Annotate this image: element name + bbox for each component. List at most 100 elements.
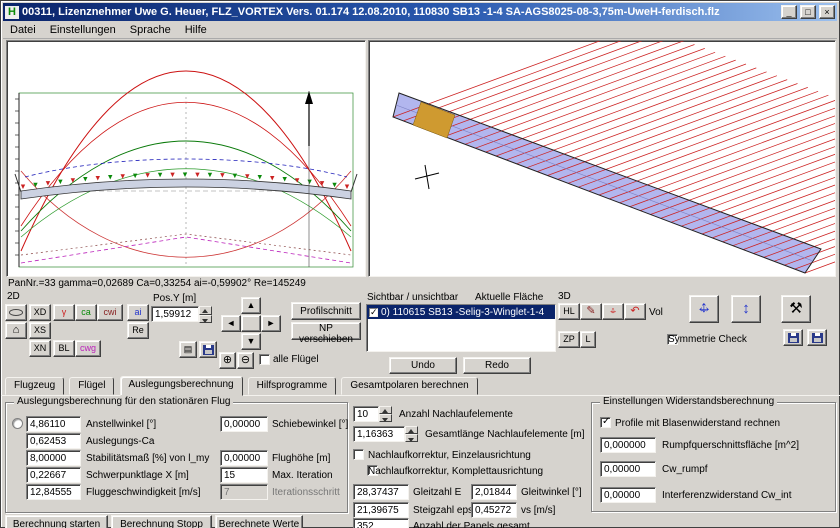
menu-einstellungen[interactable]: Einstellungen [43,22,123,38]
tab-fluegel[interactable]: Flügel [69,377,114,395]
surface-listbox[interactable]: 0) 110615 SB13 -Selig-3-Winglet-1-4 [366,304,556,352]
maximize-button[interactable]: □ [800,5,816,19]
move-3d-button[interactable]: ↔↕ [602,303,624,320]
tab-auslegungsberechnung[interactable]: Auslegungsberechnung [120,376,243,396]
zp-button[interactable]: ZP [558,331,580,348]
stationaer-flug-group: Auslegungsberechnung für den stationären… [5,402,348,513]
blasenwiderstand-checkbox[interactable] [600,417,611,428]
pencil-icon: ✎ [586,305,595,317]
current-surface-header: Aktuelle Fläche [475,292,543,303]
close-button[interactable]: × [819,5,835,19]
max-iteration-input[interactable]: 15 [220,467,268,483]
xd-button[interactable]: XD [29,304,51,321]
hangar-view-button[interactable]: ⌂ [5,322,27,339]
zoom-out-button[interactable]: ⊖ [237,352,254,369]
l-button[interactable]: L [580,331,596,348]
spinner-down-icon [199,315,212,324]
cwi-button[interactable]: cwi [97,304,123,321]
nachlauf-anzahl-input[interactable]: 10 [353,406,379,422]
arrow-down-icon: ▼ [247,336,256,346]
minimize-button[interactable]: _ [781,5,797,19]
nachlauf-laenge-spinner[interactable] [405,426,418,442]
zoom-3d-button[interactable]: ↕ [731,295,761,323]
edit-button[interactable]: ✎ [580,303,602,320]
xn-button[interactable]: XN [29,340,51,357]
pan-3d-button[interactable]: ↔↕ [689,295,719,323]
np-verschieben-button[interactable]: NP verschieben [291,322,361,340]
hl-button[interactable]: HL [558,303,580,320]
posy-spinner[interactable] [199,306,212,323]
save-2d-button[interactable] [199,341,217,358]
vertical-arrow-icon: ↕ [742,300,750,317]
undo-button[interactable]: Undo [389,357,457,374]
tab-flugzeug[interactable]: Flugzeug [5,377,64,395]
pan-up-button[interactable]: ▲ [241,297,261,314]
menubar: Datei Einstellungen Sprache Hilfe [3,21,837,39]
posy-input[interactable]: 1,59912 [151,306,199,322]
berechnung-starten-button[interactable]: Berechnung starten [5,515,108,528]
arrow-left-icon: ◄ [227,318,236,328]
selected-panel-highlight [413,102,455,138]
panels-label: Anzahl der Panels gesamt [413,521,530,528]
nachlauf-laenge-label: Gesamtlänge Nachlaufelemente [m] [425,429,585,440]
fluggeschwindigkeit-input[interactable]: 12,84555 [26,484,81,500]
redo-button[interactable]: Redo [463,357,531,374]
rumpfquerschnitt-input[interactable]: 0,000000 [600,437,656,453]
rotate-3d-button[interactable]: ↶ [624,303,646,320]
ai-button[interactable]: ai [127,304,149,321]
pan-center-button[interactable] [241,315,261,332]
pan-down-button[interactable]: ▼ [241,333,261,350]
menu-hilfe[interactable]: Hilfe [178,22,214,38]
schiebewinkel-label: Schiebewinkel [°] [272,419,348,430]
tools-button[interactable]: ⚒ [781,295,811,323]
profilschnitt-button[interactable]: Profilschnitt [291,302,361,320]
mode-radio-anstellwinkel[interactable] [12,418,23,429]
symmetrie-check-label: Symmetrie Check [668,334,747,345]
xs-button[interactable]: XS [29,322,51,339]
magenta-dashed-line [21,237,351,263]
surface-visible-checkbox[interactable] [369,308,378,317]
alle-fluegel-checkbox[interactable] [259,354,270,365]
blasenwiderstand-label: Profile mit Blasenwiderstand rechnen [615,418,780,429]
zoom-in-button[interactable]: ⊕ [219,352,236,369]
auslegungs-ca-input[interactable]: 0,62453 [26,433,81,449]
schwerpunktlage-label: Schwerpunktlage X [m] [86,470,189,481]
form-area: Auslegungsberechnung für den stationären… [1,395,840,528]
planform-view-button[interactable] [5,304,27,321]
korrektur-einzel-checkbox[interactable] [353,449,364,460]
berechnung-stopp-button[interactable]: Berechnung Stopp [111,515,212,528]
save-3d-button[interactable] [783,329,803,346]
re-button[interactable]: Re [127,322,149,339]
tab-gesamtpolaren[interactable]: Gesamtpolaren berechnen [341,377,477,395]
surface-list-item[interactable]: 0) 110615 SB13 -Selig-3-Winglet-1-4 [367,305,555,319]
print-button[interactable]: ▤ [179,341,197,358]
nachlauf-laenge-input[interactable]: 1,16363 [353,426,405,442]
save-3d-button-2[interactable] [807,329,827,346]
korrektur-komplett-label: Nachlaufkorrektur, Komplettausrichtung [368,466,543,477]
anstellwinkel-input[interactable]: 4,86110 [26,416,81,432]
plot-3d-panel[interactable] [368,40,836,277]
berechnete-werte-button[interactable]: Berechnete Werte [215,515,303,528]
schwerpunktlage-input[interactable]: 0,22667 [26,467,81,483]
plot-2d-panel[interactable] [6,40,366,277]
nachlauf-anzahl-label: Anzahl Nachlaufelemente [399,409,513,420]
tab-hilfsprogramme[interactable]: Hilfsprogramme [248,377,337,395]
pan-left-button[interactable]: ◄ [221,315,241,332]
cw-int-input[interactable]: 0,00000 [600,487,656,503]
gamma-button[interactable]: γ [53,304,75,321]
stabilitaetsmass-input[interactable]: 8,00000 [26,450,81,466]
move-icon: ↔↕ [607,304,619,317]
section-2d-label: 2D [7,291,20,302]
flughoehe-input[interactable]: 0,00000 [220,450,268,466]
cwg-button[interactable]: cwg [75,340,101,357]
nachlauf-anzahl-spinner[interactable] [379,406,392,422]
bl-button[interactable]: BL [53,340,75,357]
menu-sprache[interactable]: Sprache [123,22,178,38]
menu-datei[interactable]: Datei [3,22,43,38]
pan-right-button[interactable]: ► [261,315,281,332]
ca-button[interactable]: ca [75,304,97,321]
fluggeschwindigkeit-label: Fluggeschwindigkeit [m/s] [86,487,201,498]
cw-rumpf-input[interactable]: 0,00000 [600,461,656,477]
schiebewinkel-input[interactable]: 0,00000 [220,416,268,432]
gleitwinkel-label: Gleitwinkel [°] [521,487,582,498]
